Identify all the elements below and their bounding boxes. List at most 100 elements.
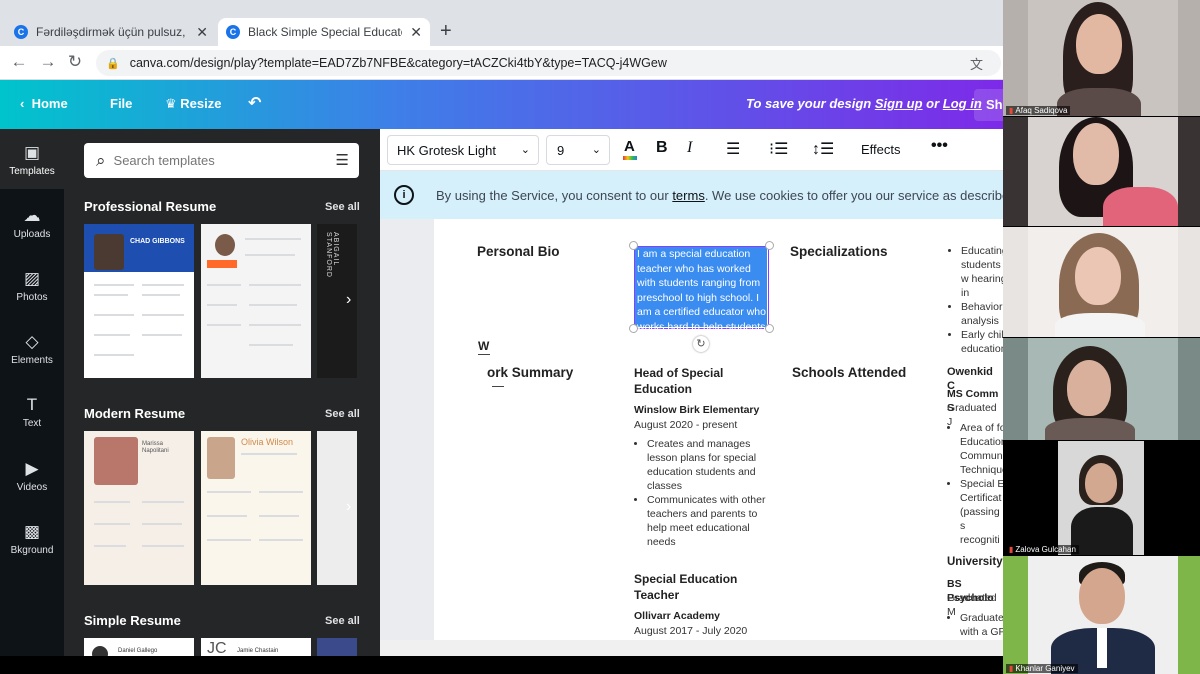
rail-item-text[interactable]: T Text [0,395,64,429]
videos-icon: ▶ [25,459,39,478]
font-size-select[interactable]: 9 ⌄ [546,135,610,165]
rail-label: Videos [16,482,48,493]
thumb-monogram: JC [207,640,227,656]
forward-icon[interactable]: → [37,52,59,72]
chevron-right-icon[interactable]: › [346,291,351,309]
filter-icon[interactable]: ☰ [336,151,349,169]
participant-avatar [1063,441,1143,555]
translate-icon[interactable]: 文 [970,54,983,73]
thumb-line [142,334,182,336]
template-thumbnail[interactable]: Marissa Napolitani [84,431,194,585]
resize-button[interactable]: ♛ Resize [165,96,221,112]
personal-bio-heading[interactable]: Personal Bio [477,244,560,259]
screen: C Fərdiləşdirmək üçün pulsuz, peşə ✕ C B… [0,0,1200,674]
bio-text[interactable]: I am a special education teacher who has… [637,247,769,335]
job-title[interactable]: Head of Special Education [634,365,744,397]
resize-handle[interactable] [765,241,774,250]
resume-page[interactable]: Personal Bio I am a special education te… [434,219,1003,640]
thumb-line [249,304,297,306]
rail-item-videos[interactable]: ▶ Videos [0,459,64,493]
rail-item-templates[interactable]: ▣ Templates [0,129,64,189]
participant-video-tile[interactable] [1003,227,1200,337]
resize-handle[interactable] [629,324,638,333]
bold-icon[interactable]: B [656,139,668,157]
reload-icon[interactable]: ↻ [64,52,86,72]
chevron-down-icon: ⌄ [520,144,530,156]
participant-video-tile[interactable] [1003,338,1200,440]
rail-item-background[interactable]: ▩ Bkground [0,522,64,556]
horizontal-scrollbar[interactable] [380,640,1003,656]
school-name[interactable]: University [947,555,1003,569]
rail-item-photos[interactable]: ▨ Photos [0,269,64,303]
list-item: Area of fo Education Communi Technique [960,421,1003,477]
template-thumbnail[interactable] [317,638,357,656]
rotate-icon[interactable]: ↻ [693,336,709,352]
work-summary-heading[interactable]: ork Summary [487,365,573,380]
rail-label: Bkground [10,545,54,556]
see-all-link[interactable]: See all [325,615,360,627]
chevron-right-icon[interactable]: › [346,498,351,516]
cookie-text: . We use cookies to offer you our servic… [704,187,1003,203]
close-tab-icon[interactable]: ✕ [196,24,208,41]
font-name: HK Grotesk Light [397,143,496,158]
sign-up-link[interactable]: Sign up [875,96,923,111]
see-all-link[interactable]: See all [325,201,360,213]
rail-item-uploads[interactable]: ☁ Uploads [0,206,64,240]
more-options-icon[interactable]: ••• [931,137,948,155]
file-button[interactable]: File [110,96,132,111]
back-icon[interactable]: ← [8,52,30,72]
list-item: Educating students w hearing in [961,244,1003,300]
job-title[interactable]: Special Education Teacher [634,571,744,603]
participant-video-tile[interactable]: ▮ Zalova Gulcahan [1003,441,1200,555]
browser-tab-1[interactable]: C Fərdiləşdirmək üçün pulsuz, peşə ✕ [6,18,216,46]
job-organization[interactable]: Winslow Birk Elementary [634,403,759,417]
template-thumbnail[interactable]: Daniel Gallego [84,638,194,656]
template-thumbnail[interactable]: Olivia Wilson [201,431,311,585]
template-thumbnail[interactable]: CHAD GIBBONS [84,224,194,378]
close-tab-icon[interactable]: ✕ [410,24,422,41]
rail-item-elements[interactable]: ◇ Elements [0,332,64,366]
text-color-button[interactable]: A [623,138,637,160]
cookie-banner: i By using the Service, you consent to o… [380,171,1003,219]
school-details-list[interactable]: Graduate with a GP [947,611,1003,639]
effects-button[interactable]: Effects [861,142,901,157]
divider [492,386,504,387]
schools-attended-heading[interactable]: Schools Attended [792,365,906,380]
info-icon: i [394,185,414,205]
url-field[interactable]: 🔒 canva.com/design/play?template=EAD7Zb7… [96,50,1001,76]
selected-text-box[interactable]: I am a special education teacher who has… [634,246,769,333]
participant-video-tile[interactable] [1003,117,1200,226]
rail-label: Elements [11,355,53,366]
school-details-list[interactable]: Area of fo Education Communi Technique S… [947,421,1003,547]
align-left-icon[interactable]: ☰ [726,139,740,159]
search-input[interactable] [113,153,314,168]
font-family-select[interactable]: HK Grotesk Light ⌄ [387,135,539,165]
share-button[interactable]: Sha [974,89,1003,121]
specializations-list[interactable]: Educating students w hearing in Behavior… [948,244,1003,356]
template-thumbnail[interactable] [201,224,311,378]
template-thumbnail[interactable]: JC Jamie Chastain [201,638,311,656]
browser-tab-2[interactable]: C Black Simple Special Educator Re ✕ [218,18,430,46]
see-all-link[interactable]: See all [325,408,360,420]
canva-favicon-icon: C [226,25,240,39]
participant-video-tile[interactable]: ▮ Afaq Sadiqova [1003,0,1200,116]
thumb-line [94,523,130,525]
new-tab-icon[interactable]: + [440,20,452,43]
undo-icon[interactable]: ↶ [248,93,261,113]
resize-handle[interactable] [765,324,774,333]
job-dates[interactable]: August 2020 - present [634,418,737,432]
home-button[interactable]: ‹ Home [20,96,68,111]
job-duties-list[interactable]: Creates and manages lesson plans for spe… [634,437,766,549]
list-item: Behavioral analysis [961,300,1003,328]
specializations-heading[interactable]: Specializations [790,244,888,259]
tab-bar: C Fərdiləşdirmək üçün pulsuz, peşə ✕ C B… [0,0,1003,46]
bullet-list-icon[interactable]: ⁝☰ [769,139,788,159]
italic-icon[interactable]: I [687,139,692,157]
resize-handle[interactable] [629,241,638,250]
search-box[interactable]: ⌕ ☰ [84,143,359,178]
terms-link[interactable]: terms [672,188,705,203]
spacing-icon[interactable]: ↕☰ [812,139,834,159]
participant-video-tile[interactable]: ▮ Khanlar Ganiyev [1003,556,1200,674]
job-dates[interactable]: August 2017 - July 2020 [634,624,747,638]
job-organization[interactable]: Ollivarr Academy [634,609,720,623]
